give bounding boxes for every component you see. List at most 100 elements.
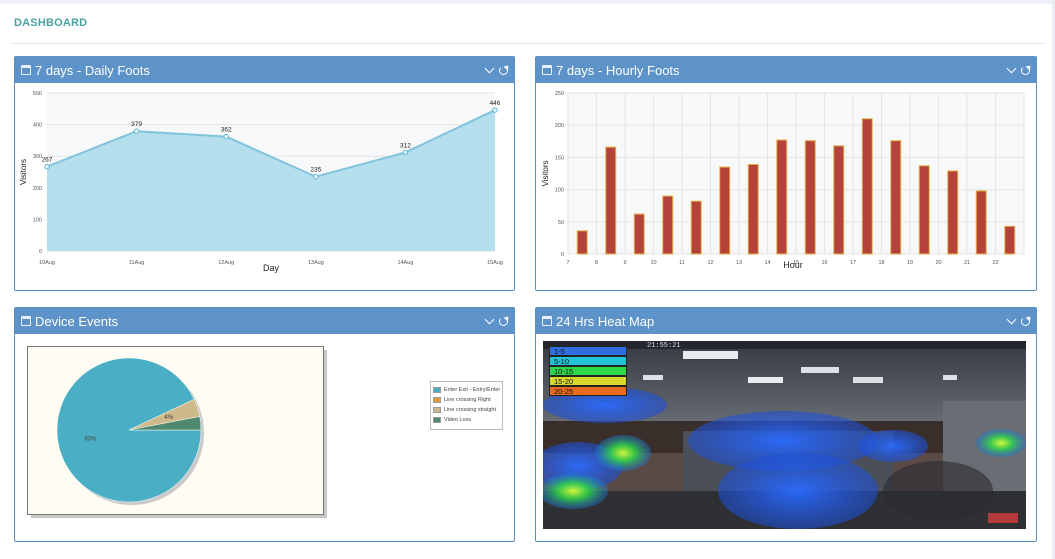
y-tick-label: 0 xyxy=(39,249,42,255)
top-bar xyxy=(0,0,1055,4)
heat-legend-item: 15-20 xyxy=(549,376,627,386)
x-tick-label: 18 xyxy=(878,260,884,266)
data-label: 362 xyxy=(221,127,232,134)
y-tick-label: 50 xyxy=(558,220,564,226)
x-tick-label: 12 xyxy=(707,260,713,266)
device-events-header: Device Events xyxy=(15,308,514,334)
x-tick-label: 10Aug xyxy=(39,260,55,266)
refresh-icon[interactable] xyxy=(1021,65,1030,75)
device-events-legend: Enter Exit - Entry/Enter Line crossing Ri… xyxy=(430,381,503,430)
device-events-title: Device Events xyxy=(35,313,119,329)
bar xyxy=(605,146,617,255)
y-axis-label: Visitors xyxy=(541,160,550,186)
y-tick-label: 150 xyxy=(555,155,564,161)
hourly-foots-title: 7 days - Hourly Foots xyxy=(556,62,680,78)
legend-label: Line crossing straight xyxy=(444,407,496,413)
refresh-icon[interactable] xyxy=(499,65,508,75)
page-title: DASHBOARD xyxy=(14,17,88,29)
hourly-foots-panel: 7 days - Hourly Foots 0 50 100 150 200 250 7 8 9… xyxy=(535,56,1037,291)
heat-legend-item: 10-15 xyxy=(549,366,627,376)
heat-map-header: 24 Hrs Heat Map xyxy=(536,308,1036,334)
y-tick-label: 200 xyxy=(33,186,42,192)
x-tick-label: 22 xyxy=(992,260,998,266)
y-tick-label: 400 xyxy=(33,123,42,129)
device-events-panel: Device Events 93% 4% Enter Exit - Entry/E… xyxy=(14,307,515,542)
heat-legend-item: 5-10 xyxy=(549,356,627,366)
chevron-down-icon[interactable] xyxy=(1006,314,1017,324)
x-tick-label: 12Aug xyxy=(218,260,234,266)
x-tick-label: 19 xyxy=(907,260,913,266)
y-tick-label: 100 xyxy=(33,217,42,223)
data-label: 267 xyxy=(42,157,53,164)
x-tick-label: 13Aug xyxy=(308,260,324,266)
title-divider xyxy=(12,43,1046,44)
x-tick-label: 14Aug xyxy=(397,260,413,266)
bar xyxy=(662,195,674,255)
refresh-icon[interactable] xyxy=(1021,316,1030,326)
bar xyxy=(833,145,845,255)
data-point xyxy=(44,163,50,170)
slice-label: 93% xyxy=(84,437,97,443)
legend-item: Video Loss xyxy=(433,415,500,425)
y-tick-label: 500 xyxy=(33,91,42,97)
bar xyxy=(1004,225,1016,255)
data-label: 379 xyxy=(131,121,142,128)
legend-label: Enter Exit - Entry/Enter xyxy=(444,387,500,393)
data-point xyxy=(133,128,140,134)
x-tick-label: 9 xyxy=(623,260,626,266)
x-tick-label: 10 xyxy=(650,260,656,266)
chevron-down-icon[interactable] xyxy=(484,63,495,73)
calendar-icon xyxy=(21,65,31,75)
y-tick-label: 100 xyxy=(555,188,564,194)
heat-legend-item: 20-25 xyxy=(549,386,627,396)
device-events-chart: 93% 4% xyxy=(27,346,327,518)
data-point xyxy=(492,107,498,113)
y-tick-label: 200 xyxy=(555,123,564,129)
legend-swatch xyxy=(433,407,441,413)
daily-foots-chart: 010020030040050026737936223531244610Aug 1… xyxy=(19,91,503,273)
x-tick-label: 7 xyxy=(566,260,569,266)
bar xyxy=(690,200,702,255)
heat-legend-item: 1-5 xyxy=(549,346,627,356)
bar xyxy=(861,118,873,255)
legend-item: Line crossing straight xyxy=(433,405,500,415)
x-tick-label: 21 xyxy=(964,260,970,266)
data-point xyxy=(313,174,319,180)
calendar-icon xyxy=(542,65,552,75)
bar xyxy=(747,163,759,255)
x-tick-label: 11 xyxy=(679,260,685,266)
x-tick-label: 17 xyxy=(850,260,856,266)
x-tick-label: 16 xyxy=(821,260,827,266)
x-tick-label: 11Aug xyxy=(129,260,145,266)
bar xyxy=(890,140,902,255)
x-tick-label: 15Aug xyxy=(487,260,503,266)
daily-foots-header: 7 days - Daily Foots xyxy=(15,57,514,83)
data-point xyxy=(402,149,409,156)
legend-item: Enter Exit - Entry/Enter xyxy=(433,385,500,395)
hourly-foots-header: 7 days - Hourly Foots xyxy=(536,57,1036,83)
bar xyxy=(633,213,645,255)
y-tick-label: 0 xyxy=(561,252,564,258)
heat-map-panel: 24 Hrs Heat Map 1-5 5-10 10-15 15-20 20-… xyxy=(535,307,1037,542)
bar xyxy=(918,165,930,255)
chevron-down-icon[interactable] xyxy=(484,314,495,324)
x-tick-label: 14 xyxy=(764,260,770,266)
data-label: 446 xyxy=(490,100,501,107)
refresh-icon[interactable] xyxy=(499,316,508,326)
y-tick-label: 250 xyxy=(555,91,564,97)
calendar-icon xyxy=(542,316,552,326)
frame-shadow xyxy=(324,350,327,518)
x-axis-label: Day xyxy=(263,263,280,273)
data-point xyxy=(223,133,229,140)
y-axis-label: Visitors xyxy=(19,159,28,185)
bar xyxy=(975,190,987,255)
heat-map-title: 24 Hrs Heat Map xyxy=(556,313,655,329)
x-tick-label: 8 xyxy=(595,260,598,266)
legend-item: Line crossing Right xyxy=(433,395,500,405)
chevron-down-icon[interactable] xyxy=(1006,63,1017,73)
x-axis-label: Hour xyxy=(783,260,803,270)
data-label: 312 xyxy=(400,142,411,149)
legend-label: Line crossing Right xyxy=(444,397,491,403)
x-tick-label: 20 xyxy=(935,260,941,266)
heat-map-legend: 1-5 5-10 10-15 15-20 20-25 xyxy=(549,346,627,396)
